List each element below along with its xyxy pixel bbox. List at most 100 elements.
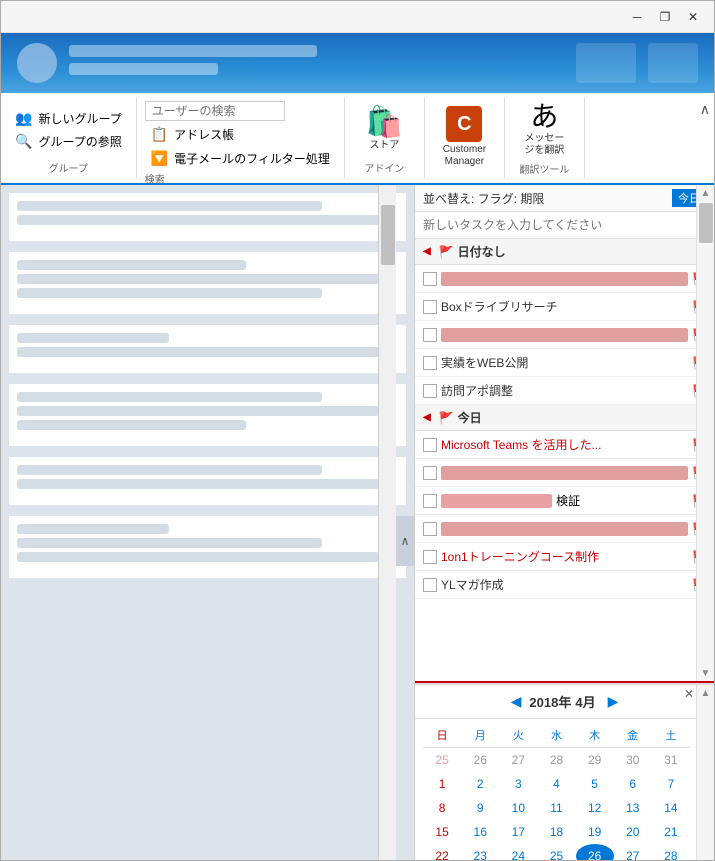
spacer bbox=[9, 508, 406, 516]
calendar-day[interactable]: 27 bbox=[499, 748, 537, 772]
calendar-day[interactable]: 12 bbox=[576, 796, 614, 820]
calendar-day[interactable]: 15 bbox=[423, 820, 461, 844]
task-item-yl-mag[interactable]: YLマガ作成 🚩 bbox=[415, 571, 714, 599]
task-scrollbar[interactable]: ▲ ▼ bbox=[696, 185, 714, 681]
calendar-day[interactable]: 31 bbox=[652, 748, 690, 772]
email-filter-button[interactable]: 🔽 電子メールのフィルター処理 bbox=[145, 148, 336, 169]
calendar-prev-button[interactable]: ◀ bbox=[503, 691, 530, 712]
calendar-day[interactable]: 13 bbox=[614, 796, 652, 820]
calendar-day[interactable]: 4 bbox=[537, 772, 575, 796]
store-button[interactable]: 🛍️ ストア bbox=[360, 106, 409, 154]
email-item-3[interactable] bbox=[9, 325, 406, 374]
calendar-scrollbar[interactable]: ▲ ▼ bbox=[696, 685, 714, 861]
task-checkbox[interactable] bbox=[423, 438, 437, 452]
calendar-next-button[interactable]: ▶ bbox=[600, 691, 627, 712]
blur-line bbox=[17, 347, 379, 357]
calendar-day[interactable]: 3 bbox=[499, 772, 537, 796]
calendar-panel: ✕ ◀ 2018年 4月 ▶ 日 月 火 水 木 金 bbox=[415, 683, 714, 861]
email-item-5[interactable] bbox=[9, 457, 406, 506]
task-checkbox[interactable] bbox=[423, 300, 437, 314]
calendar-day[interactable]: 7 bbox=[652, 772, 690, 796]
calendar-day[interactable]: 24 bbox=[499, 844, 537, 861]
task-item-web-publish[interactable]: 実績をWEB公開 🚩 bbox=[415, 349, 714, 377]
calendar-day[interactable]: 28 bbox=[652, 844, 690, 861]
task-checkbox[interactable] bbox=[423, 522, 437, 536]
task-sort-bar: 並べ替え: フラグ: 期限 今日 bbox=[415, 185, 714, 212]
panel-collapse-button[interactable]: ∧ bbox=[396, 516, 414, 566]
ribbon-group-addin-label: アドイン bbox=[364, 160, 404, 175]
scroll-down-btn[interactable]: ▼ bbox=[697, 665, 714, 681]
task-item-teams[interactable]: Microsoft Teams を活用した... 🚩 bbox=[415, 431, 714, 459]
task-item-training[interactable]: 1on1トレーニングコース制作 🚩 bbox=[415, 543, 714, 571]
group-buttons: 👥 新しいグループ 🔍 グループの参照 bbox=[9, 108, 128, 152]
search-input[interactable] bbox=[145, 101, 285, 121]
task-checkbox[interactable] bbox=[423, 272, 437, 286]
task-checkbox[interactable] bbox=[423, 578, 437, 592]
section-title-no-date: 日付なし bbox=[458, 243, 506, 260]
calendar-day[interactable]: 2 bbox=[461, 772, 499, 796]
task-item-blurred-3[interactable]: 🚩 bbox=[415, 459, 714, 487]
task-item-blurred-2[interactable]: 🚩 bbox=[415, 321, 714, 349]
calendar-day[interactable]: 25 bbox=[423, 748, 461, 772]
calendar-day[interactable]: 30 bbox=[614, 748, 652, 772]
calendar-day[interactable]: 6 bbox=[614, 772, 652, 796]
calendar-day[interactable]: 26 bbox=[576, 844, 614, 861]
blur-line bbox=[17, 479, 379, 489]
task-item-box-drive[interactable]: Boxドライブリサーチ 🚩 bbox=[415, 293, 714, 321]
scroll-up-btn[interactable]: ▲ bbox=[697, 185, 714, 201]
calendar-day[interactable]: 18 bbox=[537, 820, 575, 844]
task-checkbox[interactable] bbox=[423, 550, 437, 564]
cal-scroll-up[interactable]: ▲ bbox=[697, 685, 714, 701]
calendar-day[interactable]: 11 bbox=[537, 796, 575, 820]
calendar-close-button[interactable]: ✕ bbox=[684, 687, 694, 701]
calendar-day[interactable]: 16 bbox=[461, 820, 499, 844]
task-checkbox[interactable] bbox=[423, 328, 437, 342]
calendar-day[interactable]: 29 bbox=[576, 748, 614, 772]
calendar-day[interactable]: 22 bbox=[423, 844, 461, 861]
address-book-label: アドレス帳 bbox=[174, 126, 234, 143]
calendar-day[interactable]: 27 bbox=[614, 844, 652, 861]
calendar-day[interactable]: 17 bbox=[499, 820, 537, 844]
email-item-2[interactable] bbox=[9, 252, 406, 315]
close-button[interactable]: ✕ bbox=[680, 6, 706, 28]
calendar-day[interactable]: 10 bbox=[499, 796, 537, 820]
email-item-6[interactable] bbox=[9, 516, 406, 579]
calendar-day[interactable]: 14 bbox=[652, 796, 690, 820]
calendar-day[interactable]: 5 bbox=[576, 772, 614, 796]
minimize-button[interactable]: ─ bbox=[624, 6, 650, 28]
restore-button[interactable]: ❐ bbox=[652, 6, 678, 28]
email-item-1[interactable] bbox=[9, 193, 406, 242]
email-list bbox=[1, 185, 414, 589]
calendar-day[interactable]: 9 bbox=[461, 796, 499, 820]
translate-button[interactable]: あ メッセージを翻訳 bbox=[518, 101, 570, 159]
calendar-day[interactable]: 20 bbox=[614, 820, 652, 844]
calendar-day[interactable]: 19 bbox=[576, 820, 614, 844]
calendar-day[interactable]: 28 bbox=[537, 748, 575, 772]
spacer bbox=[9, 317, 406, 325]
address-book-button[interactable]: 📋 アドレス帳 bbox=[145, 124, 240, 145]
task-item-blurred-1[interactable]: 🚩 bbox=[415, 265, 714, 293]
browse-group-button[interactable]: 🔍 グループの参照 bbox=[9, 131, 128, 152]
email-item-4[interactable] bbox=[9, 384, 406, 447]
ribbon-collapse-button[interactable]: ∧ bbox=[700, 101, 710, 118]
email-list-panel: ∧ bbox=[1, 185, 414, 861]
new-group-button[interactable]: 👥 新しいグループ bbox=[9, 108, 128, 129]
task-checkbox[interactable] bbox=[423, 494, 437, 508]
ribbon-group-group-items: 👥 新しいグループ 🔍 グループの参照 bbox=[9, 101, 128, 158]
header-avatar-3 bbox=[648, 43, 698, 83]
calendar-day[interactable]: 26 bbox=[461, 748, 499, 772]
task-checkbox[interactable] bbox=[423, 384, 437, 398]
customer-manager-button[interactable]: C Customer Manager bbox=[437, 104, 492, 170]
calendar-day[interactable]: 1 bbox=[423, 772, 461, 796]
calendar-day[interactable]: 8 bbox=[423, 796, 461, 820]
task-item-blurred-4[interactable]: 🚩 bbox=[415, 515, 714, 543]
task-checkbox[interactable] bbox=[423, 356, 437, 370]
task-checkbox[interactable] bbox=[423, 466, 437, 480]
left-panel-scrollbar[interactable] bbox=[378, 185, 396, 861]
task-item-visit-adjust[interactable]: 訪問アポ調整 🚩 bbox=[415, 377, 714, 405]
calendar-day[interactable]: 21 bbox=[652, 820, 690, 844]
calendar-day[interactable]: 23 bbox=[461, 844, 499, 861]
task-item-verify[interactable]: 検証 🚩 bbox=[415, 487, 714, 515]
new-task-input[interactable] bbox=[415, 212, 714, 239]
calendar-day[interactable]: 25 bbox=[537, 844, 575, 861]
